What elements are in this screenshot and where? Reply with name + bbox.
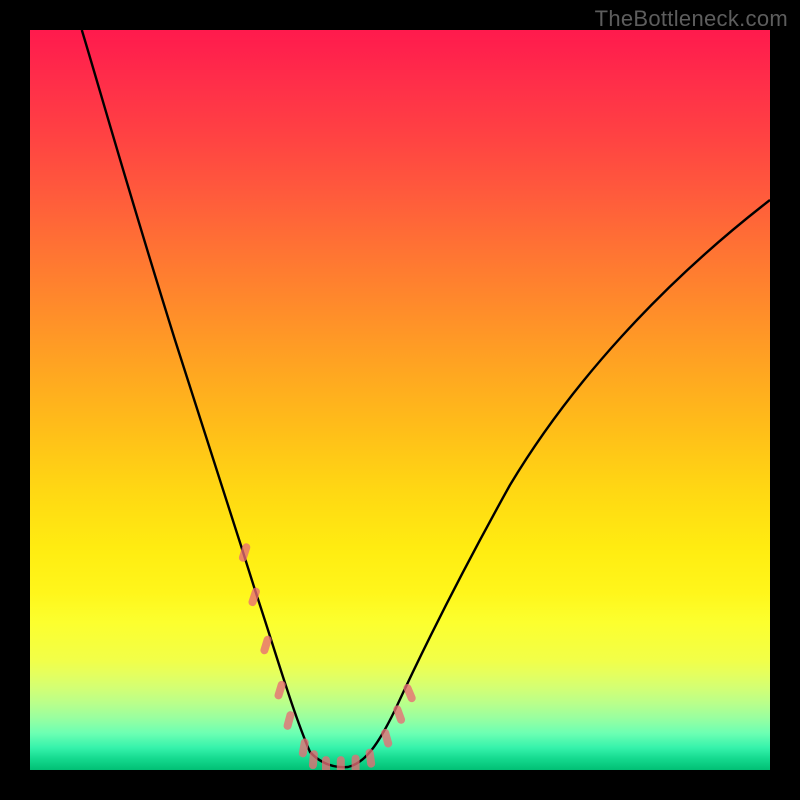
highlight-dots xyxy=(238,542,417,770)
chart-container: TheBottleneck.com xyxy=(0,0,800,800)
curve-layer xyxy=(30,30,770,770)
bottleneck-curve xyxy=(82,30,770,767)
watermark-text: TheBottleneck.com xyxy=(595,6,788,32)
plot-area xyxy=(30,30,770,770)
